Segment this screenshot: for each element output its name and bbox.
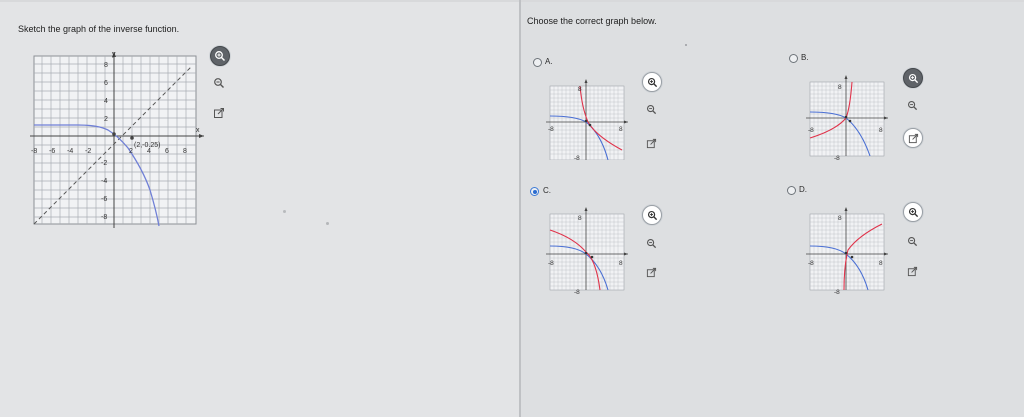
x-tick: 2 (129, 148, 133, 155)
option-c-label: C. (543, 186, 551, 195)
y-axis-label: y (112, 51, 116, 58)
option-c-zoom-in-button[interactable] (642, 205, 662, 225)
x-axis-label: x (196, 127, 200, 134)
option-b-graph[interactable]: 8 -8 8 -8 (806, 74, 888, 160)
open-new-window-button[interactable] (210, 104, 228, 122)
y-tick: 8 (104, 62, 108, 69)
y-tick: 6 (104, 80, 108, 87)
x-tick: 4 (147, 148, 151, 155)
tick-label: -8 (548, 126, 554, 133)
zoom-out-icon (646, 238, 656, 248)
y-tick: -8 (101, 214, 107, 221)
y-tick: -6 (101, 196, 107, 203)
zoom-in-icon (647, 210, 657, 220)
option-d-open-new-window-button[interactable] (903, 262, 921, 280)
zoom-out-icon (646, 104, 656, 114)
open-new-window-icon (646, 138, 656, 148)
option-a-radio[interactable] (533, 58, 542, 67)
option-a-zoom-out-button[interactable] (642, 100, 660, 118)
zoom-out-icon (907, 236, 917, 246)
option-a-open-new-window-button[interactable] (642, 134, 660, 152)
option-d-zoom-out-button[interactable] (903, 232, 921, 250)
option-c-zoom-out-button[interactable] (642, 234, 660, 252)
option-d-zoom-in-button[interactable] (903, 202, 923, 222)
option-b-open-new-window-button[interactable] (903, 128, 923, 148)
question-instruction: Sketch the graph of the inverse function… (18, 24, 180, 34)
option-d-graph[interactable]: 8 -8 8 -8 (806, 206, 888, 294)
curve-point (112, 132, 116, 136)
curve-point (130, 136, 134, 140)
y-tick: 4 (104, 98, 108, 105)
tick-label: 8 (838, 84, 842, 91)
open-new-window-icon (646, 267, 656, 277)
tick-label: -8 (834, 155, 840, 160)
tick-label: 8 (578, 86, 582, 93)
option-b-radio[interactable] (789, 54, 798, 63)
open-new-window-icon (214, 108, 224, 118)
x-tick: 6 (165, 148, 169, 155)
tick-label: 8 (619, 126, 623, 133)
tick-label: -8 (808, 127, 814, 134)
zoom-out-icon (907, 100, 917, 110)
option-c-open-new-window-button[interactable] (642, 263, 660, 281)
zoom-in-icon (908, 73, 918, 83)
option-b-zoom-out-button[interactable] (903, 96, 921, 114)
option-c-graph[interactable]: 8 -8 8 -8 (546, 206, 628, 294)
option-a-zoom-in-button[interactable] (642, 72, 662, 92)
option-b-zoom-in-button[interactable] (903, 68, 923, 88)
tick-label: -8 (574, 289, 580, 294)
zoom-in-icon (908, 207, 918, 217)
open-new-window-icon (908, 133, 918, 143)
option-c-radio[interactable] (530, 187, 539, 196)
x-tick: -6 (49, 148, 55, 155)
option-a-graph[interactable]: 8 -8 8 -8 (546, 78, 628, 160)
tick-label: 8 (578, 215, 582, 222)
x-tick: -8 (31, 148, 37, 155)
y-tick: -2 (101, 160, 107, 167)
option-d-label: D. (799, 185, 807, 194)
question-graph: y x -8 -6 -4 -2 2 4 6 8 8 6 4 2 -2 -4 -6… (30, 51, 204, 228)
tick-label: -8 (834, 289, 840, 294)
answer-prompt: Choose the correct graph below. (527, 16, 657, 26)
tick-label: -8 (574, 155, 580, 160)
tick-label: 8 (879, 260, 883, 267)
open-new-window-icon (907, 266, 917, 276)
x-tick: 8 (183, 148, 187, 155)
tick-label: 8 (619, 260, 623, 267)
tick-label: -8 (548, 260, 554, 267)
screen-speck (685, 44, 687, 46)
zoom-in-button[interactable] (210, 46, 230, 66)
tick-label: 8 (879, 127, 883, 134)
option-a-label: A. (545, 57, 553, 66)
y-tick: 2 (104, 116, 108, 123)
x-tick: -4 (67, 148, 73, 155)
zoom-out-button[interactable] (210, 74, 228, 92)
y-tick: -4 (101, 178, 107, 185)
tick-label: -8 (808, 260, 814, 267)
zoom-out-icon (214, 78, 224, 88)
option-b-label: B. (801, 53, 809, 62)
x-tick: -2 (85, 148, 91, 155)
tick-label: 8 (838, 215, 842, 222)
option-d-radio[interactable] (787, 186, 796, 195)
screen-speck (326, 222, 329, 225)
zoom-in-icon (647, 77, 657, 87)
zoom-in-icon (215, 51, 226, 62)
screen-speck (283, 210, 286, 213)
point-label: (2,-0.25) (134, 142, 160, 149)
